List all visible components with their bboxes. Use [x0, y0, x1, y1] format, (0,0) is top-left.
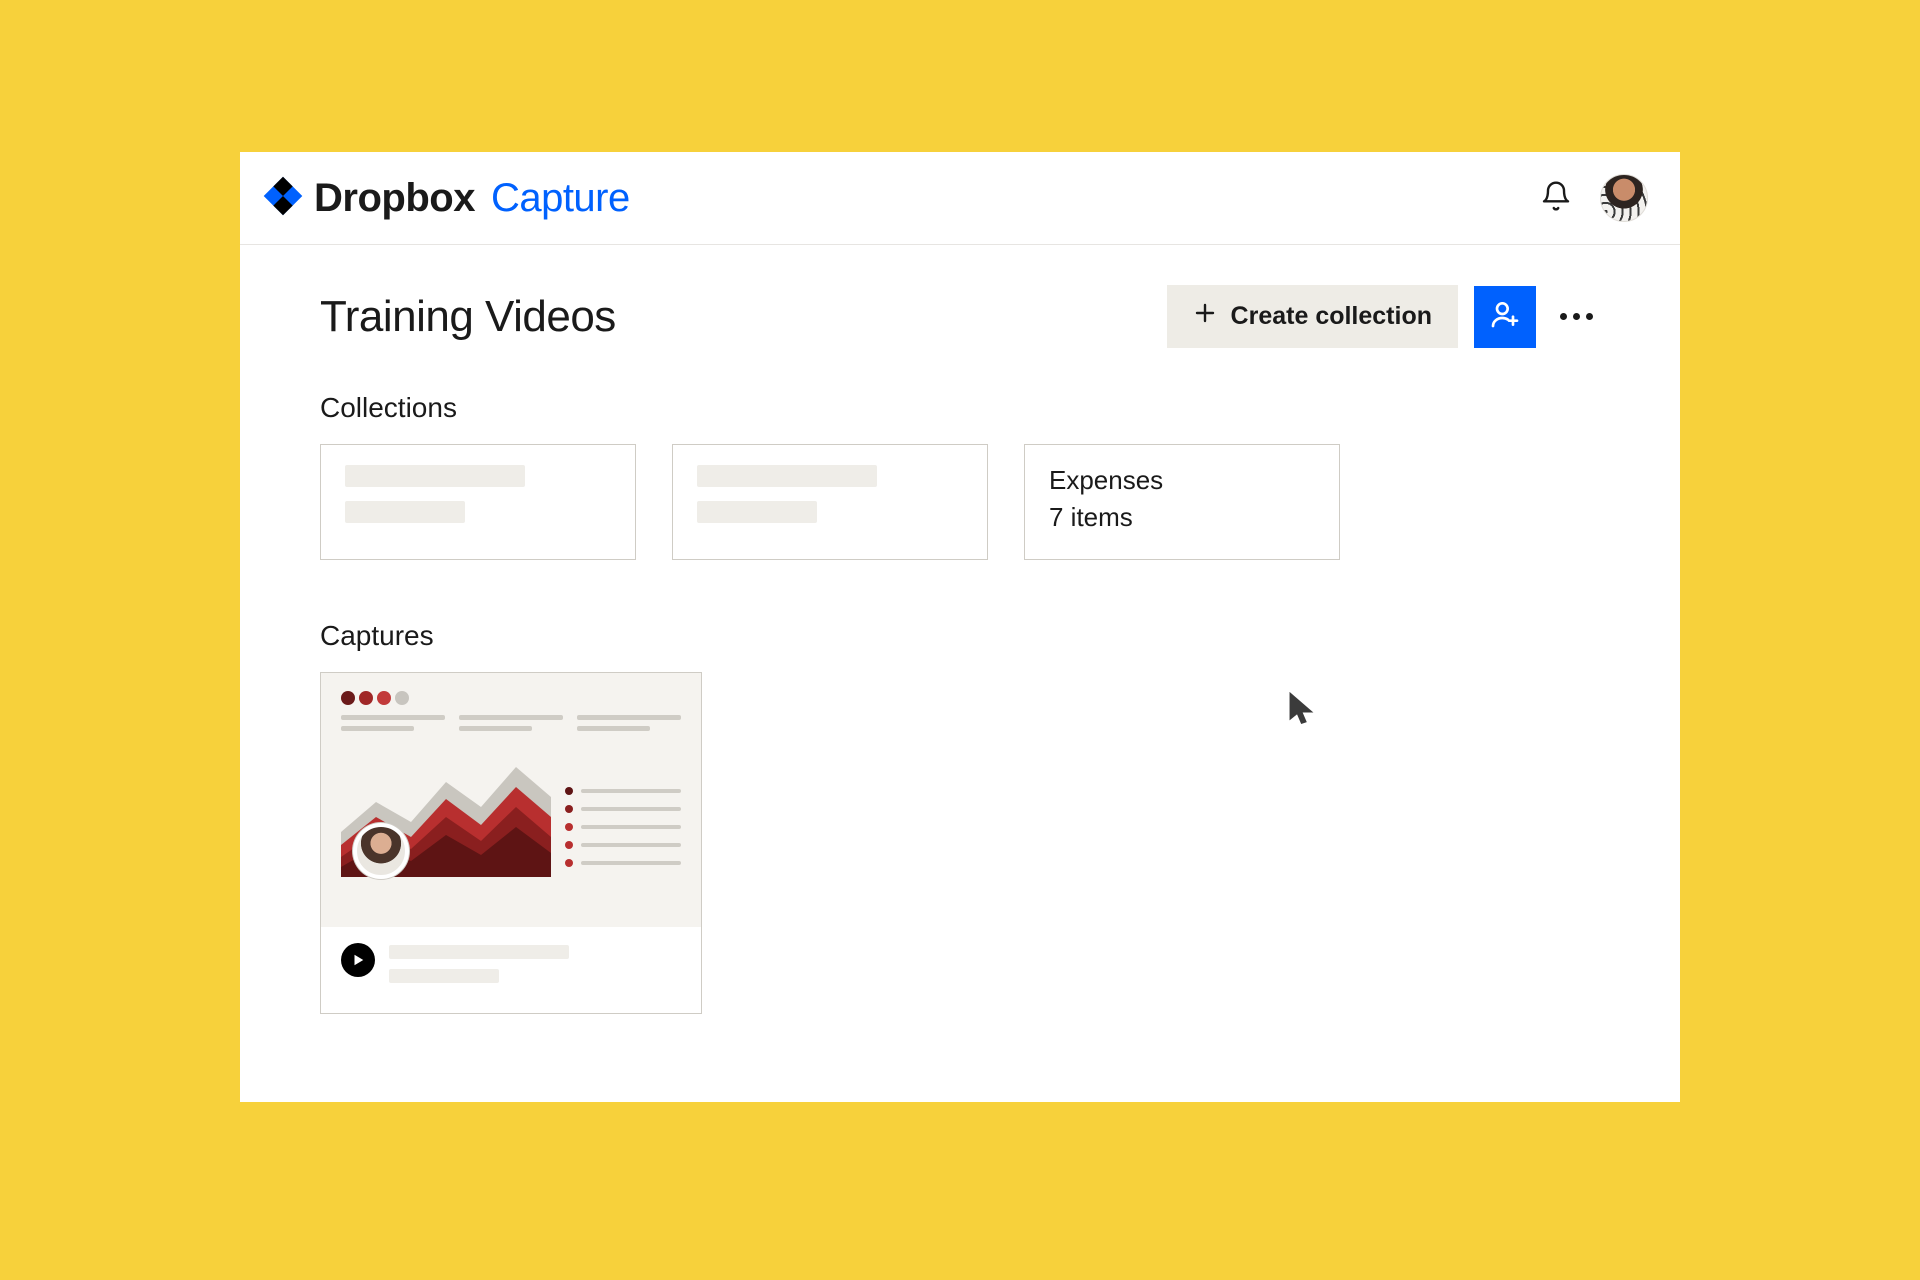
more-options-button[interactable] — [1552, 286, 1600, 348]
more-horizontal-icon — [1560, 313, 1593, 320]
page-title: Training Videos — [320, 292, 616, 342]
share-button[interactable] — [1474, 286, 1536, 348]
capture-thumbnail — [321, 673, 701, 927]
brand-product: Capture — [491, 176, 630, 221]
capture-card[interactable] — [320, 672, 702, 1014]
plus-icon — [1193, 301, 1217, 332]
user-avatar[interactable] — [1600, 174, 1648, 222]
play-icon — [341, 943, 375, 977]
main-content: Training Videos Create collection — [240, 245, 1680, 1014]
placeholder-line — [345, 501, 465, 523]
collection-card-placeholder[interactable] — [320, 444, 636, 560]
collection-card-placeholder[interactable] — [672, 444, 988, 560]
title-row: Training Videos Create collection — [320, 285, 1600, 348]
placeholder-line — [697, 501, 817, 523]
thumb-decor-columns — [341, 715, 681, 737]
header-actions — [1540, 174, 1648, 222]
thumb-body — [341, 747, 681, 877]
create-collection-label: Create collection — [1231, 302, 1432, 331]
create-collection-button[interactable]: Create collection — [1167, 285, 1458, 348]
collections-list: Expenses 7 items — [320, 444, 1600, 560]
thumb-decor-dots — [341, 691, 681, 705]
dropbox-logo-icon — [262, 175, 304, 222]
person-add-icon — [1489, 298, 1521, 335]
placeholder-line — [697, 465, 877, 487]
placeholder-line — [345, 465, 525, 487]
collection-card-expenses[interactable]: Expenses 7 items — [1024, 444, 1340, 560]
brand-name: Dropbox — [314, 176, 475, 221]
thumb-bullets — [565, 787, 681, 877]
notifications-icon[interactable] — [1540, 180, 1572, 217]
capture-footer — [321, 927, 701, 1013]
app-header: Dropbox Capture — [240, 152, 1680, 245]
presenter-avatar — [353, 823, 409, 879]
collection-title: Expenses — [1049, 465, 1315, 496]
app-window: Dropbox Capture Training Videos — [240, 152, 1680, 1102]
collections-heading: Collections — [320, 392, 1600, 424]
collection-subtitle: 7 items — [1049, 502, 1315, 533]
capture-meta-placeholder — [389, 943, 681, 993]
page-actions: Create collection — [1167, 285, 1600, 348]
captures-heading: Captures — [320, 620, 1600, 652]
brand[interactable]: Dropbox Capture — [262, 175, 630, 222]
